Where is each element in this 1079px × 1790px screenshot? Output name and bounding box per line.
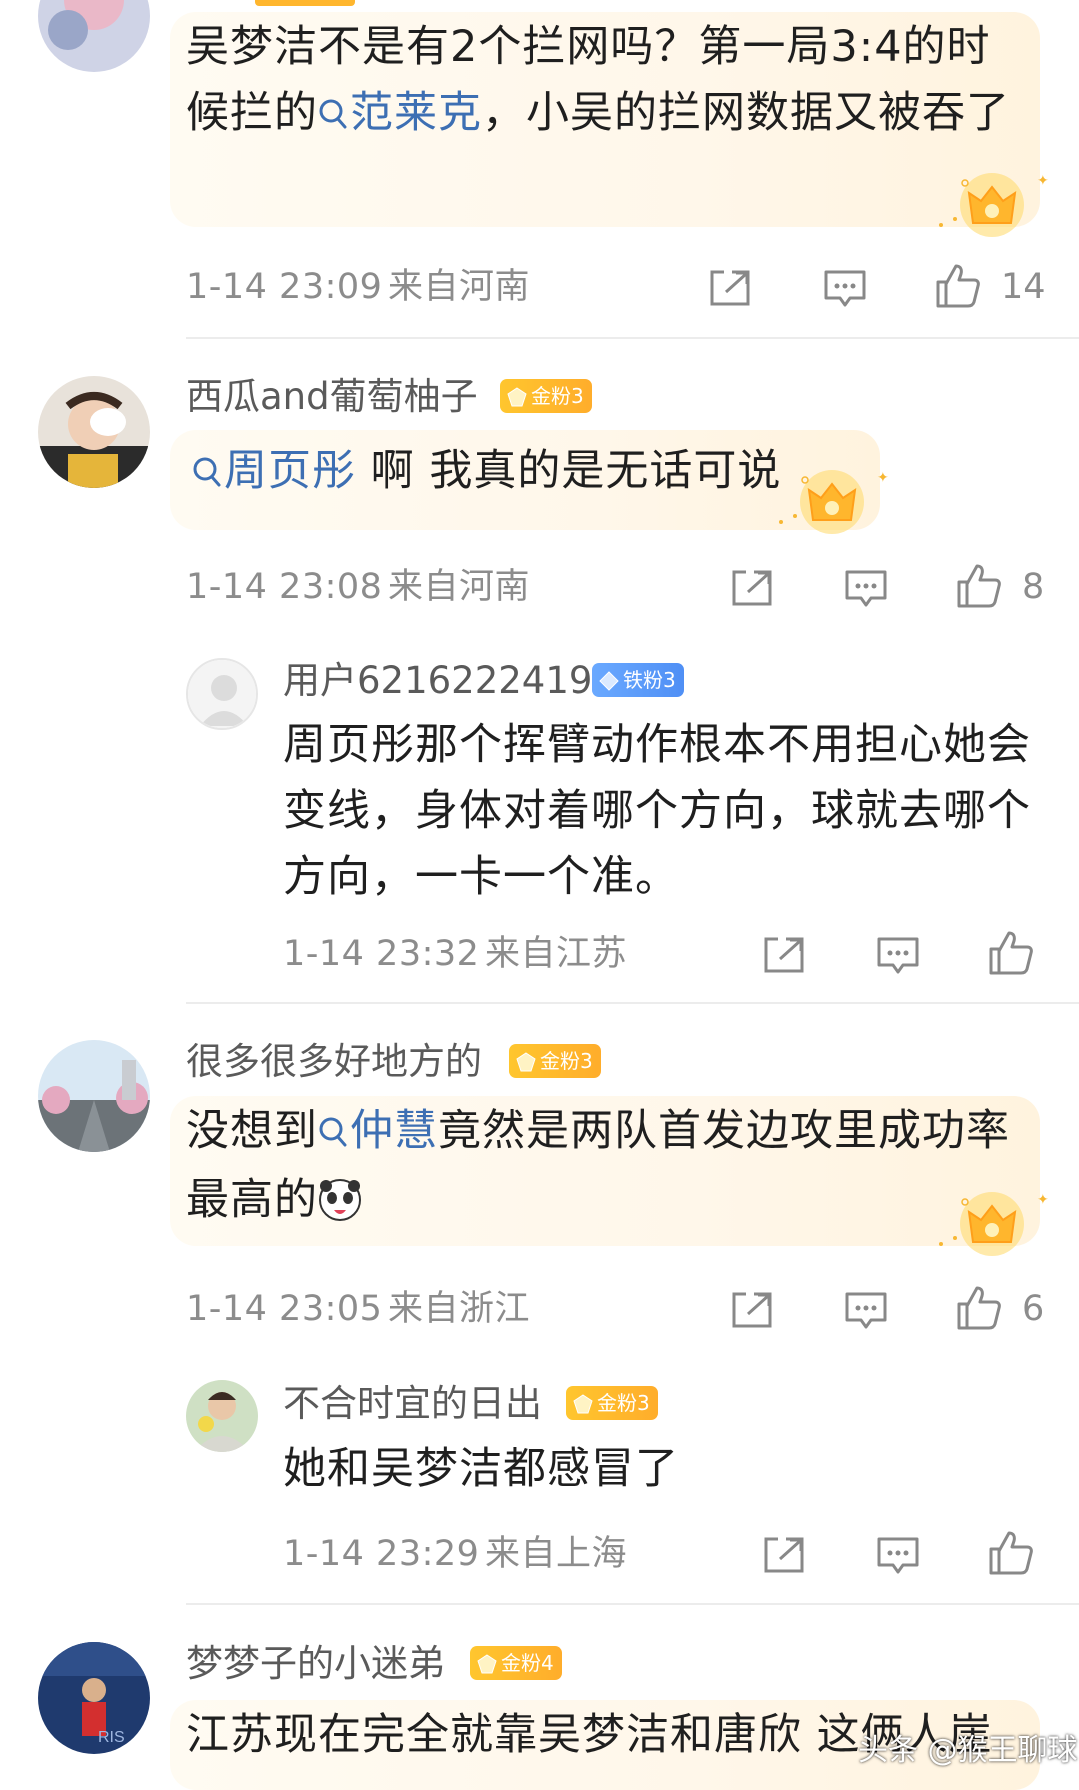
gold-gem-icon [515,1049,537,1083]
comment-icon [877,1537,919,1574]
avatar[interactable]: RIS [38,1642,150,1754]
iron-gem-icon [598,668,620,702]
comment-button[interactable] [843,568,889,610]
svg-text:RIS: RIS [98,1729,125,1746]
comment-button[interactable] [822,268,868,310]
comment-icon [845,570,887,607]
svg-text:✦: ✦ [1037,1192,1049,1208]
watermark: 头条 @猴王聊球 [858,1733,1078,1768]
comment-button[interactable] [875,935,921,977]
divider [186,337,1079,339]
comment-button[interactable] [875,1535,921,1577]
fan-badge: 金粉3 [500,379,592,413]
avatar[interactable] [186,658,258,730]
like-button[interactable] [955,1284,1003,1332]
comment-button[interactable] [843,1290,889,1332]
comment-icon [845,1292,887,1329]
comment-icon [877,937,919,974]
panda-emoji-icon [318,1175,362,1241]
share-button[interactable] [730,1290,774,1330]
search-icon [318,1101,348,1167]
fan-badge: 金粉3 [509,1044,601,1078]
gold-crown-icon: ✦ [765,462,905,546]
comment-location: 来自河南 [388,567,531,607]
avatar[interactable] [38,1040,150,1152]
share-icon [764,1537,804,1573]
share-icon [732,1292,772,1328]
reply-location: 来自江苏 [485,934,628,974]
gold-crown-icon: ✦ [925,165,1065,249]
svg-text:✦: ✦ [1037,173,1049,189]
like-icon [989,931,1033,975]
avatar[interactable] [38,0,150,72]
fan-badge: 金粉3 [566,1386,658,1420]
share-icon [732,570,772,606]
svg-text:✦: ✦ [877,470,889,486]
like-button[interactable] [987,929,1035,977]
share-icon [710,270,750,306]
topic-link[interactable]: 周页彤 [192,446,356,496]
topic-link[interactable]: 仲慧 [318,1106,438,1156]
avatar[interactable] [186,1380,258,1452]
like-icon [957,564,1001,608]
user-badge-strip [255,0,355,6]
reply-time: 1-14 23:29 [283,1534,480,1574]
fan-badge: 金粉4 [470,1646,562,1680]
divider [186,1002,1079,1004]
like-count: 8 [1022,567,1045,607]
comment-icon [824,270,866,307]
comment-location: 来自浙江 [388,1289,531,1329]
comment-text: 吴梦洁不是有2个拦网吗？第一局3:4的时候拦的 范莱克，小吴的拦网数据又被吞了 [186,14,1031,149]
share-button[interactable] [730,568,774,608]
gold-gem-icon [572,1391,594,1425]
comment-time: 1-14 23:09 [186,267,383,307]
username[interactable]: 西瓜and葡萄柚子 [186,378,478,415]
comment-time: 1-14 23:08 [186,567,383,607]
username[interactable]: 梦梦子的小迷弟 [186,1645,445,1682]
reply-location: 来自上海 [485,1534,628,1574]
share-button[interactable] [762,1535,806,1575]
comment-location: 来自河南 [388,267,531,307]
avatar[interactable] [38,376,150,488]
username[interactable]: 不合时宜的日出 [283,1385,542,1422]
gold-gem-icon [506,384,528,418]
like-button[interactable] [934,262,982,310]
topic-link[interactable]: 范莱克 [318,88,482,138]
divider [186,1603,1079,1605]
username[interactable]: 用户6216222419 [283,662,592,699]
gold-gem-icon [476,1651,498,1685]
search-icon [192,441,222,507]
comment-text: 没想到 仲慧竟然是两队首发边攻里成功率最高的 [186,1098,1031,1241]
fan-badge: 铁粉3 [592,663,684,697]
like-icon [989,1531,1033,1575]
like-button[interactable] [987,1529,1035,1577]
like-count: 14 [1001,267,1046,307]
reply-text: 她和吴梦洁都感冒了 [283,1444,679,1494]
share-icon [764,937,804,973]
gold-crown-icon: ✦ [925,1184,1065,1268]
search-icon [318,83,348,149]
like-icon [957,1286,1001,1330]
username[interactable]: 很多很多好地方的 [186,1043,482,1080]
comment-time: 1-14 23:05 [186,1289,383,1329]
share-button[interactable] [708,268,752,308]
reply-time: 1-14 23:32 [283,934,480,974]
share-button[interactable] [762,935,806,975]
like-count: 6 [1022,1289,1045,1329]
like-button[interactable] [955,562,1003,610]
like-icon [936,264,980,308]
reply-text: 周页彤那个挥臂动作根本不用担心她会变线，身体对着哪个方向，球就去哪个方向，一卡一… [283,720,1031,902]
